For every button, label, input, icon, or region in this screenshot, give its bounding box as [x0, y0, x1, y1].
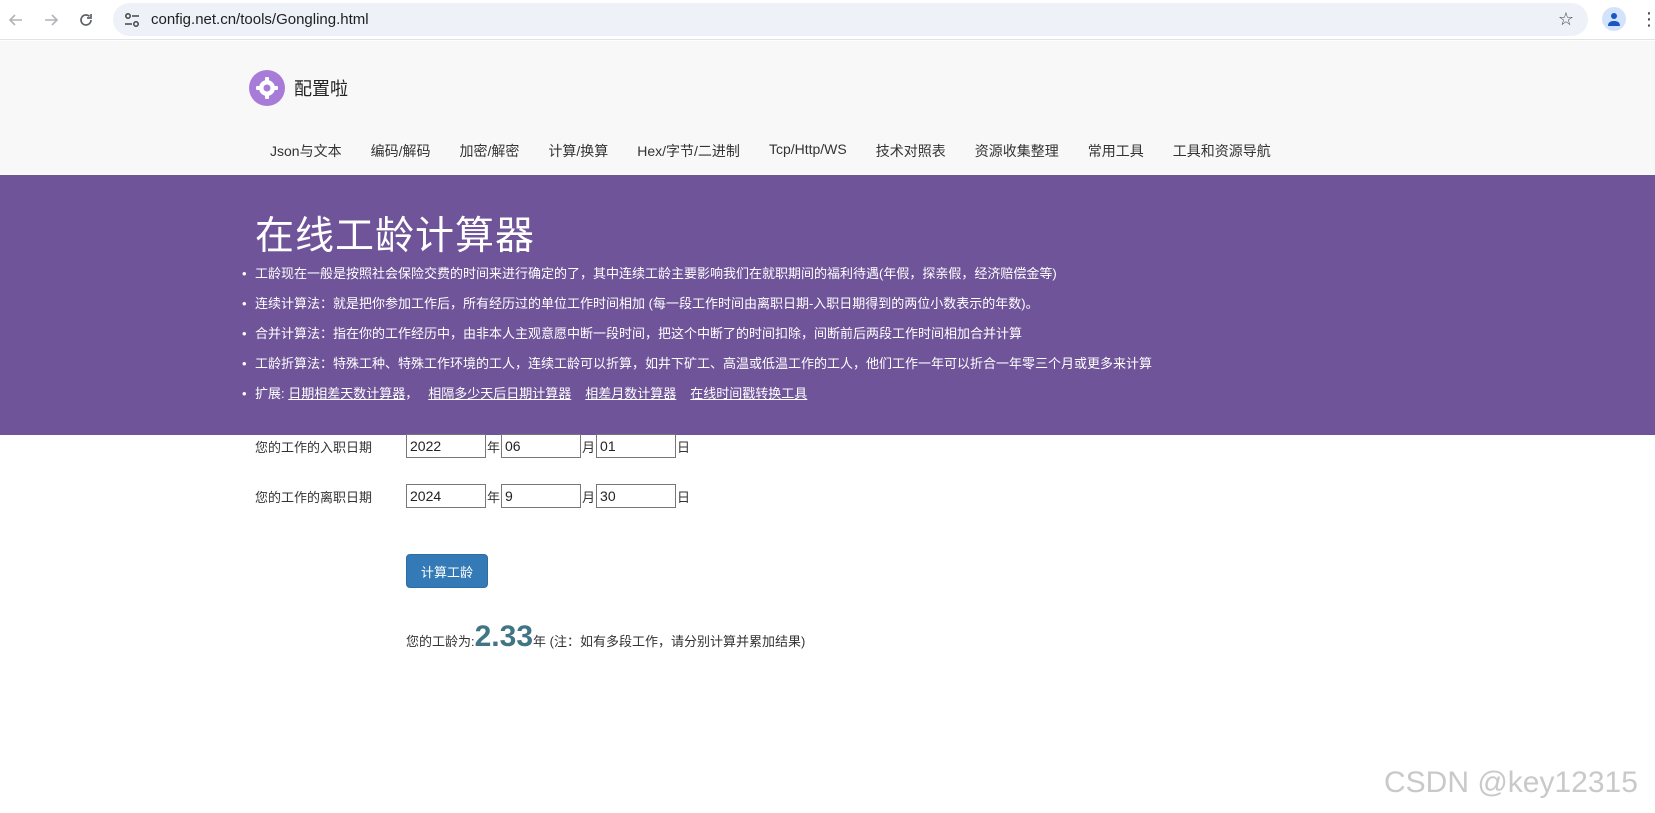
- end-date-label: 您的工作的离职日期: [255, 489, 373, 505]
- year-unit: 年: [487, 489, 501, 505]
- browser-toolbar: config.net.cn/tools/Gongling.html ☆ ⋮: [0, 0, 1655, 40]
- hero-banner: 在线工龄计算器 工龄现在一般是按照社会保险交费的时间来进行确定的了，其中连续工龄…: [0, 175, 1655, 435]
- url-text[interactable]: config.net.cn/tools/Gongling.html: [151, 11, 369, 28]
- day-unit: 日: [677, 439, 691, 455]
- back-arrow-icon[interactable]: [4, 8, 28, 32]
- nav-item-encode-decode[interactable]: 编码/解码: [371, 141, 431, 161]
- page-title: 在线工龄计算器: [255, 215, 536, 258]
- result-suffix: 年 (注：如有多段工作，请分别计算并累加结果): [533, 634, 806, 649]
- extend-label: 扩展:: [255, 386, 289, 401]
- end-year-input[interactable]: [406, 484, 486, 508]
- site-settings-icon[interactable]: [123, 11, 141, 29]
- month-unit: 月: [582, 439, 596, 455]
- start-date-row: 您的工作的入职日期 年 月 日: [255, 434, 691, 458]
- link-date-diff-days[interactable]: 日期相差天数计算器: [288, 386, 405, 401]
- forward-arrow-icon[interactable]: [39, 8, 63, 32]
- year-unit: 年: [487, 439, 501, 455]
- end-day-input[interactable]: [596, 484, 677, 508]
- nav-item-tech-reference[interactable]: 技术对照表: [876, 141, 946, 161]
- day-unit: 日: [677, 489, 691, 505]
- bookmark-star-icon[interactable]: ☆: [1558, 9, 1574, 30]
- list-item: 连续计算法：就是把你参加工作后，所有经历过的单位工作时间相加 (每一段工作时间由…: [242, 296, 1152, 326]
- start-year-input[interactable]: [406, 434, 486, 458]
- link-separator: ，: [405, 386, 419, 401]
- link-date-after-days[interactable]: 相隔多少天后日期计算器: [428, 386, 571, 401]
- result-value: 2.33: [474, 620, 534, 653]
- nav-item-hex-binary[interactable]: Hex/字节/二进制: [637, 141, 740, 161]
- link-timestamp-converter[interactable]: 在线时间戳转换工具: [690, 386, 807, 401]
- main-nav: Json与文本 编码/解码 加密/解密 计算/换算 Hex/字节/二进制 Tcp…: [270, 141, 1300, 161]
- result-prefix: 您的工龄为:: [406, 634, 475, 649]
- reload-icon[interactable]: [74, 8, 98, 32]
- gear-logo-icon: [249, 70, 285, 106]
- site-header: 配置啦 Json与文本 编码/解码 加密/解密 计算/换算 Hex/字节/二进制…: [0, 41, 1655, 175]
- description-list: 工龄现在一般是按照社会保险交费的时间来进行确定的了，其中连续工龄主要影响我们在就…: [242, 266, 1152, 416]
- profile-avatar-icon[interactable]: [1602, 7, 1626, 31]
- watermark: CSDN @key12315: [1384, 766, 1638, 799]
- browser-menu-icon[interactable]: ⋮: [1640, 7, 1655, 33]
- start-date-label: 您的工作的入职日期: [255, 439, 373, 455]
- extension-links-item: 扩展: 日期相差天数计算器， 相隔多少天后日期计算器相差月数计算器在线时间戳转换工…: [242, 386, 1152, 416]
- month-unit: 月: [582, 489, 596, 505]
- end-month-input[interactable]: [501, 484, 582, 508]
- nav-item-tools-navigation[interactable]: 工具和资源导航: [1173, 141, 1271, 161]
- list-item: 工龄折算法：特殊工种、特殊工作环境的工人，连续工龄可以折算，如井下矿工、高温或低…: [242, 356, 1152, 386]
- nav-item-json-text[interactable]: Json与文本: [270, 141, 342, 161]
- start-month-input[interactable]: [501, 434, 582, 458]
- site-logo[interactable]: 配置啦: [249, 70, 348, 106]
- nav-item-tcp-http-ws[interactable]: Tcp/Http/WS: [769, 141, 847, 161]
- list-item: 工龄现在一般是按照社会保险交费的时间来进行确定的了，其中连续工龄主要影响我们在就…: [242, 266, 1152, 296]
- nav-item-resources[interactable]: 资源收集整理: [975, 141, 1059, 161]
- link-month-diff[interactable]: 相差月数计算器: [585, 386, 676, 401]
- nav-item-calculate-convert[interactable]: 计算/换算: [548, 141, 608, 161]
- end-date-row: 您的工作的离职日期 年 月 日: [255, 484, 691, 508]
- logo-text: 配置啦: [294, 79, 348, 99]
- address-bar[interactable]: config.net.cn/tools/Gongling.html ☆: [113, 3, 1588, 36]
- calculate-button[interactable]: 计算工龄: [406, 554, 488, 588]
- list-item: 合并计算法：指在你的工作经历中，由非本人主观意愿中断一段时间，把这个中断了的时间…: [242, 326, 1152, 356]
- start-day-input[interactable]: [596, 434, 677, 458]
- result-text: 您的工龄为:2.33年 (注：如有多段工作，请分别计算并累加结果): [406, 620, 805, 654]
- nav-item-encrypt-decrypt[interactable]: 加密/解密: [459, 141, 519, 161]
- nav-item-common-tools[interactable]: 常用工具: [1088, 141, 1144, 161]
